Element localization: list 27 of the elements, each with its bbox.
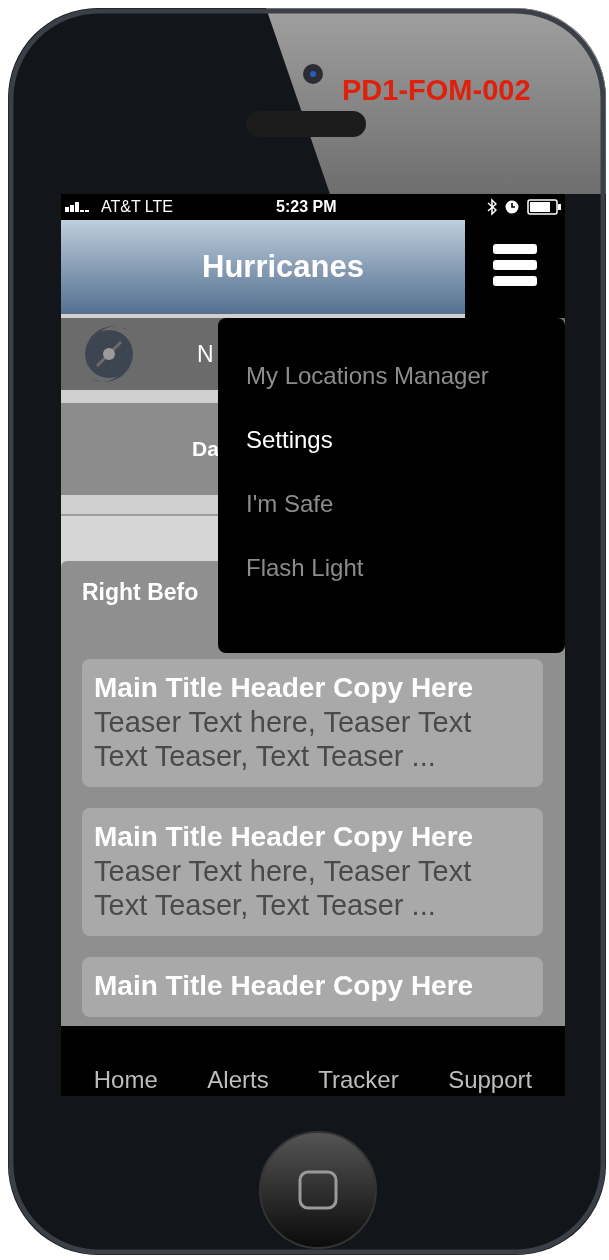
- row-text: Da: [192, 436, 219, 463]
- menu-item[interactable]: My Locations Manager: [246, 358, 489, 394]
- section-title: Right Befo: [82, 579, 199, 605]
- menu-item[interactable]: Settings: [246, 422, 333, 458]
- row-text: N: [197, 339, 214, 369]
- card-title: Main Title Header Copy Here: [94, 820, 475, 854]
- tab-button[interactable]: Support: [448, 1065, 533, 1095]
- battery-icon: [527, 199, 561, 215]
- device-label: PD1-FOM-002: [342, 76, 531, 105]
- card-teaser: Teaser Text here, Teaser Text Text Teaser, Text Teaser ...: [94, 854, 473, 922]
- clock-icon: [505, 200, 519, 214]
- clock-text: 5:23 PM: [276, 197, 337, 217]
- menu-item[interactable]: I'm Safe: [246, 486, 334, 522]
- card-teaser: Teaser Text here, Teaser Text Text Teaser, Text Teaser ...: [94, 705, 473, 773]
- article-card[interactable]: Main Title Header Copy Here Teaser Text here, Teaser Text Text Teaser, Text Teaser ...: [82, 659, 543, 787]
- tab-button[interactable]: Home: [93, 1065, 158, 1095]
- card-title: Main Title Header Copy Here: [94, 969, 475, 1003]
- camera-icon: [303, 64, 323, 84]
- menu-item[interactable]: Flash Light: [246, 550, 364, 586]
- tab-button[interactable]: Alerts: [207, 1065, 269, 1095]
- tab-button[interactable]: Tracker: [318, 1065, 399, 1095]
- card-title: Main Title Header Copy Here: [94, 671, 475, 705]
- bluetooth-icon: [487, 198, 497, 216]
- menu-icon: [493, 244, 537, 286]
- header-title: Hurricanes: [202, 247, 364, 286]
- carrier-text: AT&T LTE: [101, 197, 173, 217]
- article-card[interactable]: Main Title Header Copy Here Teaser Text here, Teaser Text Text Teaser, Text Teaser ...: [82, 808, 543, 936]
